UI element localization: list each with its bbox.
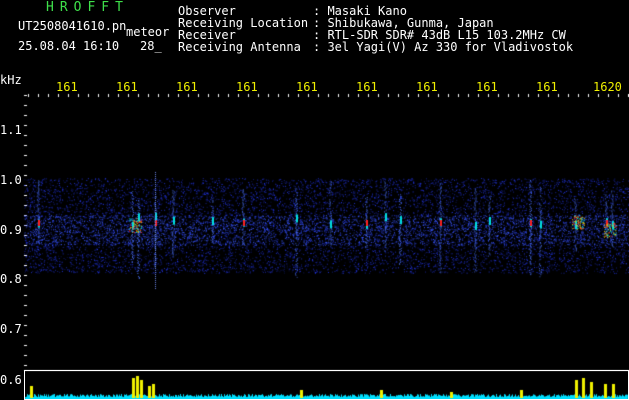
time-tick-label: 161: [416, 80, 438, 94]
y-tick-label: 0.7: [0, 322, 22, 336]
antenna-label: Receiving Antenna: [178, 40, 301, 54]
y-tick-label: 1.0: [0, 173, 22, 187]
y-tick-label: 0.9: [0, 223, 22, 237]
y-tick-label: 1.1: [0, 123, 22, 137]
time-tick-label: 161: [356, 80, 378, 94]
time-tick-label: 161: [476, 80, 498, 94]
antenna-value: : 3el Yagi(V) Az 330 for Vladivostok: [313, 40, 574, 54]
datetime-label: 25.08.04 16:10: [18, 39, 120, 53]
power-panel: [24, 370, 629, 400]
time-tick-label: 161: [116, 80, 138, 94]
y-tick-label: 0.6: [0, 373, 22, 387]
spectrogram-canvas: [0, 0, 629, 400]
time-tick-label: 161: [296, 80, 318, 94]
mode-label: meteor: [126, 25, 170, 39]
time-tick-label: 161: [176, 80, 198, 94]
brand-title: HROFFT: [46, 0, 129, 15]
time-tick-label: 161: [536, 80, 558, 94]
file-name: UT2508041610.pn: [18, 19, 127, 33]
frequency-unit-label: kHz: [0, 73, 22, 87]
y-tick-label: 0.8: [0, 272, 22, 286]
time-tick-label: 1620: [593, 80, 622, 94]
time-tick-label: 161: [236, 80, 258, 94]
time-tick-label: 161: [56, 80, 78, 94]
counter-label: 28_: [140, 39, 162, 53]
